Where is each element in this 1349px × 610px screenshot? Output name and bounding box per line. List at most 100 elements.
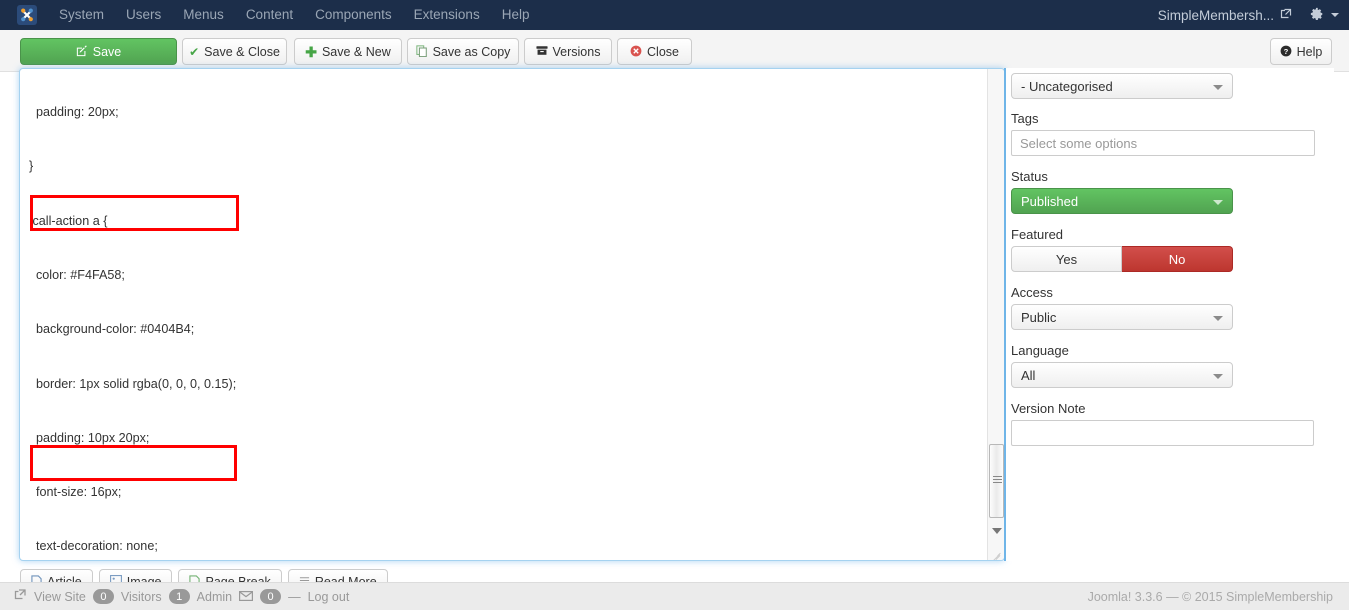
menu-item-extensions[interactable]: Extensions: [403, 0, 491, 30]
visitors-label: Visitors: [120, 589, 162, 604]
editor-code-content: padding: 20px; } .call-action a { color:…: [29, 69, 979, 560]
article-options-sidebar: - Uncategorised Tags Select some options…: [1004, 68, 1334, 561]
menu-item-menus[interactable]: Menus: [172, 0, 235, 30]
status-select-value: Published: [1021, 193, 1079, 209]
featured-field: Featured Yes No: [1011, 227, 1334, 272]
svg-text:?: ?: [1283, 46, 1288, 55]
featured-label: Featured: [1011, 227, 1064, 242]
language-field: Language All: [1011, 343, 1334, 388]
save-copy-label: Save as Copy: [432, 44, 511, 59]
external-link-icon[interactable]: [1280, 8, 1292, 23]
version-note-label: Version Note: [1011, 401, 1086, 416]
scroll-down-arrow-icon[interactable]: [992, 528, 1002, 534]
external-link-icon[interactable]: [14, 589, 27, 604]
code-line: }: [29, 159, 34, 174]
language-select-value: All: [1021, 367, 1036, 383]
featured-yes-button[interactable]: Yes: [1011, 246, 1122, 272]
save-close-button[interactable]: ✔ Save & Close: [182, 38, 287, 65]
editor-scrollbar[interactable]: [987, 69, 1004, 560]
chevron-down-icon[interactable]: [1331, 13, 1339, 17]
chevron-down-icon: [1213, 316, 1223, 321]
status-select[interactable]: Published: [1011, 188, 1233, 214]
editor-scrollbar-thumb[interactable]: [989, 444, 1004, 518]
language-label: Language: [1011, 343, 1069, 358]
menu-item-help[interactable]: Help: [491, 0, 541, 30]
footer-copyright: Joomla! 3.3.6 — © 2015 SimpleMembership: [1087, 589, 1333, 604]
tags-field: Tags Select some options: [1011, 111, 1334, 156]
article-source-textarea[interactable]: padding: 20px; } .call-action a { color:…: [19, 68, 1005, 561]
tags-input[interactable]: Select some options: [1011, 130, 1315, 156]
pencil-square-icon: [76, 44, 88, 59]
tags-placeholder: Select some options: [1020, 135, 1138, 151]
help-button[interactable]: ? Help: [1270, 38, 1332, 65]
version-note-field: Version Note: [1011, 401, 1334, 446]
scrollbar-grip-icon: [993, 476, 1002, 485]
version-note-input[interactable]: [1011, 420, 1314, 446]
featured-no-button[interactable]: No: [1122, 246, 1233, 272]
code-line: background-color: #0404B4;: [29, 322, 195, 337]
logout-link[interactable]: Log out: [308, 590, 350, 604]
chevron-down-icon: [1213, 85, 1223, 90]
tags-label: Tags: [1011, 111, 1039, 126]
chevron-down-icon: [1213, 200, 1223, 205]
category-select-value: - Uncategorised: [1021, 78, 1113, 94]
access-select[interactable]: Public: [1011, 304, 1233, 330]
code-line: border: 1px solid rgba(0, 0, 0, 0.15);: [29, 376, 237, 391]
help-label: Help: [1296, 44, 1323, 59]
copy-icon: [415, 44, 428, 59]
save-button[interactable]: Save: [20, 38, 177, 65]
gear-menu[interactable]: [1310, 7, 1339, 24]
messages-count-badge: 0: [260, 589, 282, 604]
close-button[interactable]: Close: [617, 38, 692, 65]
save-copy-button[interactable]: Save as Copy: [407, 38, 519, 65]
access-select-value: Public: [1021, 309, 1057, 325]
status-label: Status: [1011, 169, 1048, 184]
admin-menu-bar: System Users Menus Content Components Ex…: [0, 0, 1349, 30]
code-line: .call-action a {: [29, 213, 108, 228]
status-bar: View Site 0 Visitors 1 Admin 0 — Log out…: [0, 582, 1349, 610]
admin-menu-items: System Users Menus Content Components Ex…: [48, 0, 540, 30]
chevron-down-icon: [1213, 374, 1223, 379]
category-field: - Uncategorised: [1011, 73, 1334, 99]
gear-icon[interactable]: [1310, 7, 1324, 24]
code-line: padding: 10px 20px;: [29, 430, 150, 445]
archive-icon: [535, 45, 548, 58]
versions-label: Versions: [552, 44, 601, 59]
site-name-label[interactable]: SimpleMembersh...: [1158, 8, 1274, 23]
menu-item-system[interactable]: System: [48, 0, 115, 30]
envelope-icon[interactable]: [239, 590, 254, 604]
category-select[interactable]: - Uncategorised: [1011, 73, 1233, 99]
plus-icon: ✚: [305, 43, 317, 60]
language-select[interactable]: All: [1011, 362, 1233, 388]
check-icon: ✔: [189, 44, 200, 59]
admin-label: Admin: [196, 589, 233, 604]
code-line: text-decoration: none;: [29, 539, 158, 554]
featured-toggle-group: Yes No: [1011, 246, 1334, 272]
admin-bar-right: SimpleMembersh...: [1158, 0, 1349, 30]
visitors-count-badge: 0: [92, 589, 114, 604]
save-button-label: Save: [92, 44, 122, 59]
save-new-label: Save & New: [321, 44, 391, 59]
toolbar: Save ✔ Save & Close ✚ Save & New Save as…: [0, 30, 1349, 72]
menu-item-components[interactable]: Components: [304, 0, 403, 30]
status-bar-left: View Site 0 Visitors 1 Admin 0 — Log out: [14, 589, 349, 604]
textarea-resize-handle[interactable]: [991, 548, 1001, 560]
cancel-circle-icon: [630, 45, 642, 59]
close-label: Close: [647, 44, 679, 59]
joomla-logo-icon[interactable]: [16, 4, 38, 26]
separator-dash: —: [288, 589, 301, 604]
status-field: Status Published: [1011, 169, 1334, 214]
code-line: font-size: 16px;: [29, 485, 122, 500]
question-circle-icon: ?: [1280, 45, 1292, 59]
access-label: Access: [1011, 285, 1053, 300]
code-line: color: #F4FA58;: [29, 268, 125, 283]
admin-count-badge: 1: [168, 589, 190, 604]
menu-item-content[interactable]: Content: [235, 0, 304, 30]
menu-item-users[interactable]: Users: [115, 0, 172, 30]
save-new-button[interactable]: ✚ Save & New: [294, 38, 402, 65]
code-line: padding: 20px;: [29, 105, 119, 120]
versions-button[interactable]: Versions: [524, 38, 612, 65]
save-close-label: Save & Close: [204, 44, 280, 59]
main-content: padding: 20px; } .call-action a { color:…: [0, 68, 1349, 595]
view-site-link[interactable]: View Site: [34, 590, 86, 604]
